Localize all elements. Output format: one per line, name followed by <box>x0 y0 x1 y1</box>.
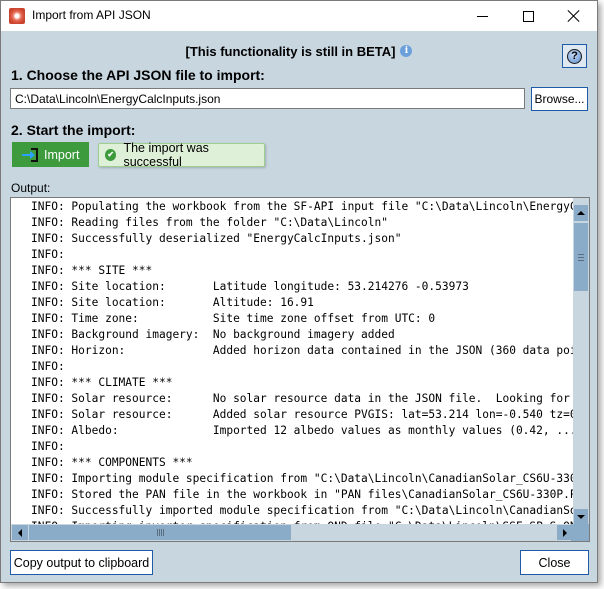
grip-icon <box>578 253 584 261</box>
import-button-label: Import <box>44 147 80 162</box>
output-line: INFO: Successfully deserialized "EnergyC… <box>31 232 402 245</box>
arrow-up-icon <box>577 211 585 215</box>
output-line: INFO: *** CLIMATE *** <box>31 376 173 389</box>
help-button[interactable]: ? <box>562 44 587 68</box>
file-path-input[interactable] <box>10 88 525 109</box>
maximize-icon <box>522 10 534 22</box>
output-textarea[interactable]: INFO: Populating the workbook from the S… <box>10 197 590 542</box>
output-line: INFO: Time zone: Site time zone offset f… <box>31 312 436 325</box>
beta-notice: [This functionality is still in BETA] i <box>1 42 597 60</box>
beta-notice-text: [This functionality is still in BETA] <box>185 43 396 59</box>
output-line: INFO: Successfully imported module speci… <box>31 504 576 517</box>
output-line: INFO: <box>31 360 65 373</box>
scroll-corner <box>571 524 589 541</box>
output-line: INFO: <box>31 248 65 261</box>
status-text: The import was successful <box>123 141 209 169</box>
output-line: INFO: Site location: Latitude longitude:… <box>31 280 469 293</box>
output-line: INFO: Solar resource: Added solar resour… <box>31 408 576 421</box>
scroll-up-button[interactable] <box>574 205 588 221</box>
status-badge: ✔ The import was successful <box>98 141 265 169</box>
horizontal-scrollbar[interactable] <box>11 524 573 541</box>
output-line: INFO: Albedo: Imported 12 albedo values … <box>31 424 576 437</box>
scroll-down-button[interactable] <box>574 509 588 525</box>
import-button[interactable]: Import <box>12 142 89 167</box>
grip-icon <box>156 529 164 536</box>
copy-output-button[interactable]: Copy output to clipboard <box>10 550 153 575</box>
output-line: INFO: Stored the PAN file in the workboo… <box>31 488 576 501</box>
info-icon[interactable]: i <box>400 45 413 57</box>
output-line: INFO: Background imagery: No background … <box>31 328 395 341</box>
arrow-left-icon <box>18 528 22 537</box>
close-button[interactable]: Close <box>520 550 589 575</box>
output-line: INFO: *** SITE *** <box>31 264 153 277</box>
import-dialog: Import from API JSON [This functionality… <box>0 0 598 583</box>
vertical-scroll-thumb[interactable] <box>574 223 588 291</box>
maximize-button[interactable] <box>505 1 551 31</box>
minimize-button[interactable] <box>459 1 505 31</box>
title-bar: Import from API JSON <box>1 1 597 31</box>
output-line: INFO: Horizon: Added horizon data contai… <box>31 344 576 357</box>
arrow-down-icon <box>577 515 585 519</box>
output-line: INFO: Reading files from the folder "C:\… <box>31 216 388 229</box>
step1-label: 1. Choose the API JSON file to import: <box>11 67 265 83</box>
close-window-button[interactable] <box>551 1 597 31</box>
close-icon <box>568 10 580 22</box>
arrow-right-icon <box>563 528 567 537</box>
vertical-scrollbar[interactable] <box>573 198 589 525</box>
output-line: INFO: *** COMPONENTS *** <box>31 456 193 469</box>
app-icon <box>9 8 25 24</box>
window-title: Import from API JSON <box>32 8 151 22</box>
output-line: INFO: Importing module specification fro… <box>31 472 576 485</box>
check-circle-icon: ✔ <box>105 149 117 161</box>
scroll-left-button[interactable] <box>12 525 28 540</box>
output-log: INFO: Populating the workbook from the S… <box>31 199 576 524</box>
browse-button[interactable]: Browse... <box>531 87 588 111</box>
step2-label: 2. Start the import: <box>11 122 136 138</box>
output-label: Output: <box>11 181 51 195</box>
help-icon: ? <box>567 48 582 64</box>
output-line: INFO: Solar resource: No solar resource … <box>31 392 576 405</box>
minimize-icon <box>476 15 488 17</box>
output-line: INFO: Site location: Altitude: 16.91 <box>31 296 314 309</box>
output-line: INFO: <box>31 440 65 453</box>
horizontal-scroll-thumb[interactable] <box>29 525 291 540</box>
import-icon <box>22 147 38 162</box>
output-line: INFO: Populating the workbook from the S… <box>31 200 576 213</box>
